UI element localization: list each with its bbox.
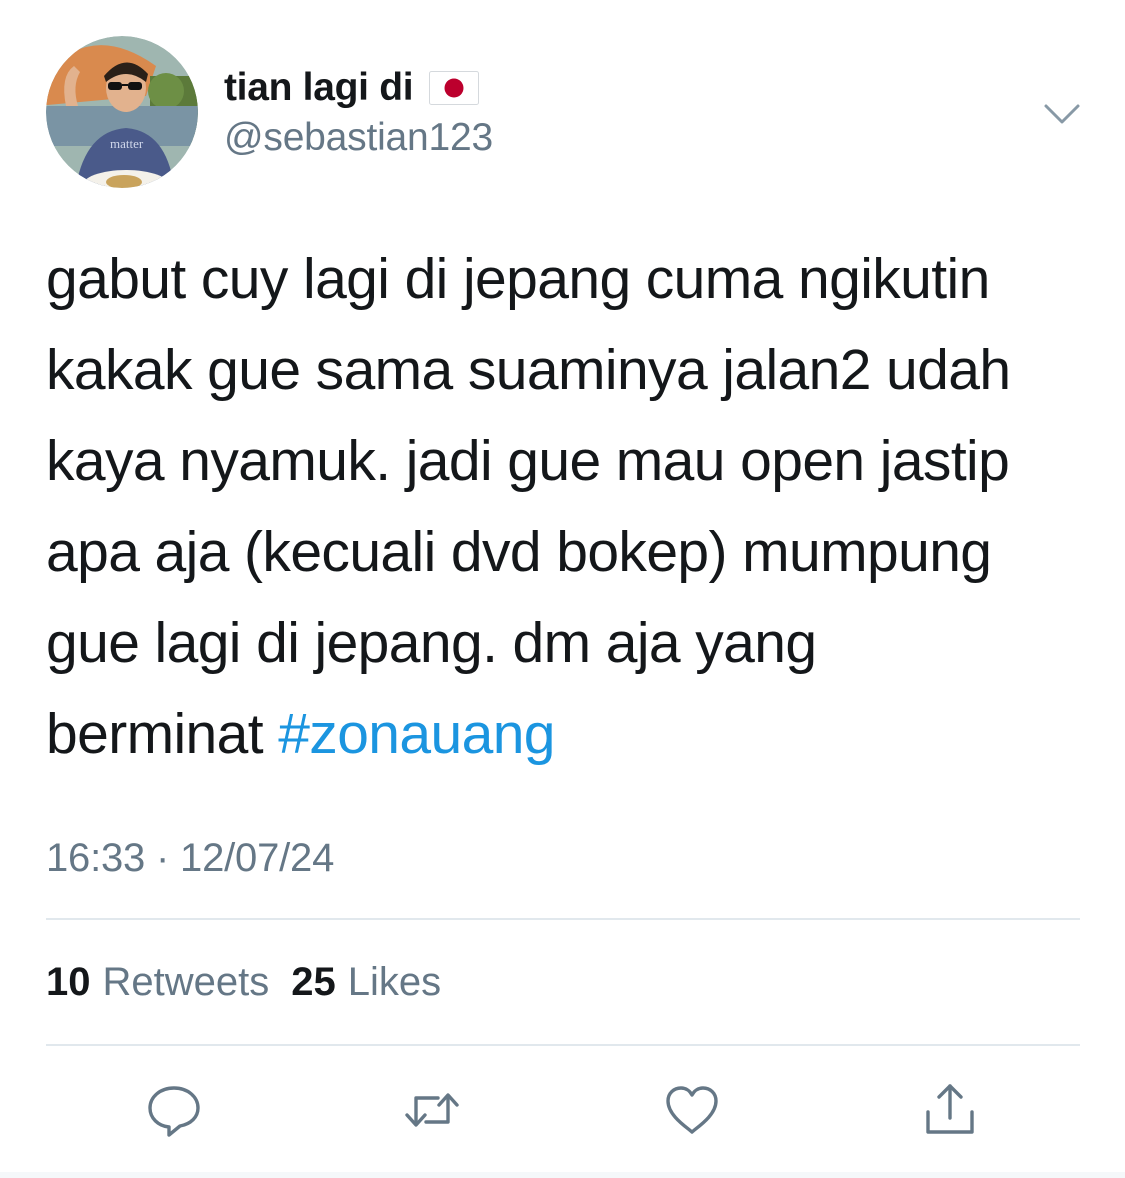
divider [46, 918, 1080, 920]
share-button[interactable] [920, 1080, 980, 1140]
japan-flag-icon [429, 71, 480, 105]
display-name-row: tian lagi di [224, 62, 480, 114]
hashtag-link[interactable]: #zonauang [278, 702, 555, 766]
share-icon [926, 1084, 974, 1134]
reply-button[interactable] [144, 1080, 204, 1140]
tweet-line: gue lagi di jepang. dm aja yang [46, 611, 817, 675]
retweet-icon [405, 1093, 459, 1127]
more-options-button[interactable] [1040, 94, 1084, 134]
tweet-line: kaya nyamuk. jadi gue mau open jastip [46, 429, 1010, 493]
tweet-line-text: berminat [46, 702, 279, 766]
tweet-line: gabut cuy lagi di jepang cuma ngikutin [46, 247, 990, 311]
avatar-shirt-text: matter [110, 136, 144, 151]
user-handle[interactable]: @sebastian123 [224, 116, 493, 160]
like-button[interactable] [662, 1080, 722, 1140]
retweets-count: 10 [46, 960, 91, 1004]
tweet-timestamp[interactable]: 16:33 · 12/07/24 [46, 836, 334, 881]
heart-icon [666, 1086, 718, 1134]
display-name[interactable]: tian lagi di [224, 66, 414, 110]
tweet-stats: 10 Retweets 25 Likes [46, 960, 441, 1005]
tweet-text: gabut cuy lagi di jepang cuma ngikutin k… [46, 234, 1086, 780]
likes-label: Likes [347, 960, 442, 1004]
divider [46, 1044, 1080, 1046]
avatar[interactable]: matter [46, 36, 198, 188]
retweet-button[interactable] [402, 1080, 462, 1140]
retweets-label: Retweets [102, 960, 270, 1004]
tweet-line: kakak gue sama suaminya jalan2 udah [46, 338, 1011, 402]
likes-stat[interactable]: 25 Likes [291, 960, 441, 1005]
retweets-stat[interactable]: 10 Retweets [46, 960, 269, 1005]
likes-count: 25 [291, 960, 336, 1004]
reply-bubble-icon [148, 1086, 200, 1137]
chevron-down-icon [1044, 104, 1080, 124]
tweet-last-line: berminat #zonauang [46, 689, 1086, 780]
tweet-line: apa aja (kecuali dvd bokep) mumpung [46, 520, 992, 584]
bottom-edge [0, 1172, 1125, 1178]
